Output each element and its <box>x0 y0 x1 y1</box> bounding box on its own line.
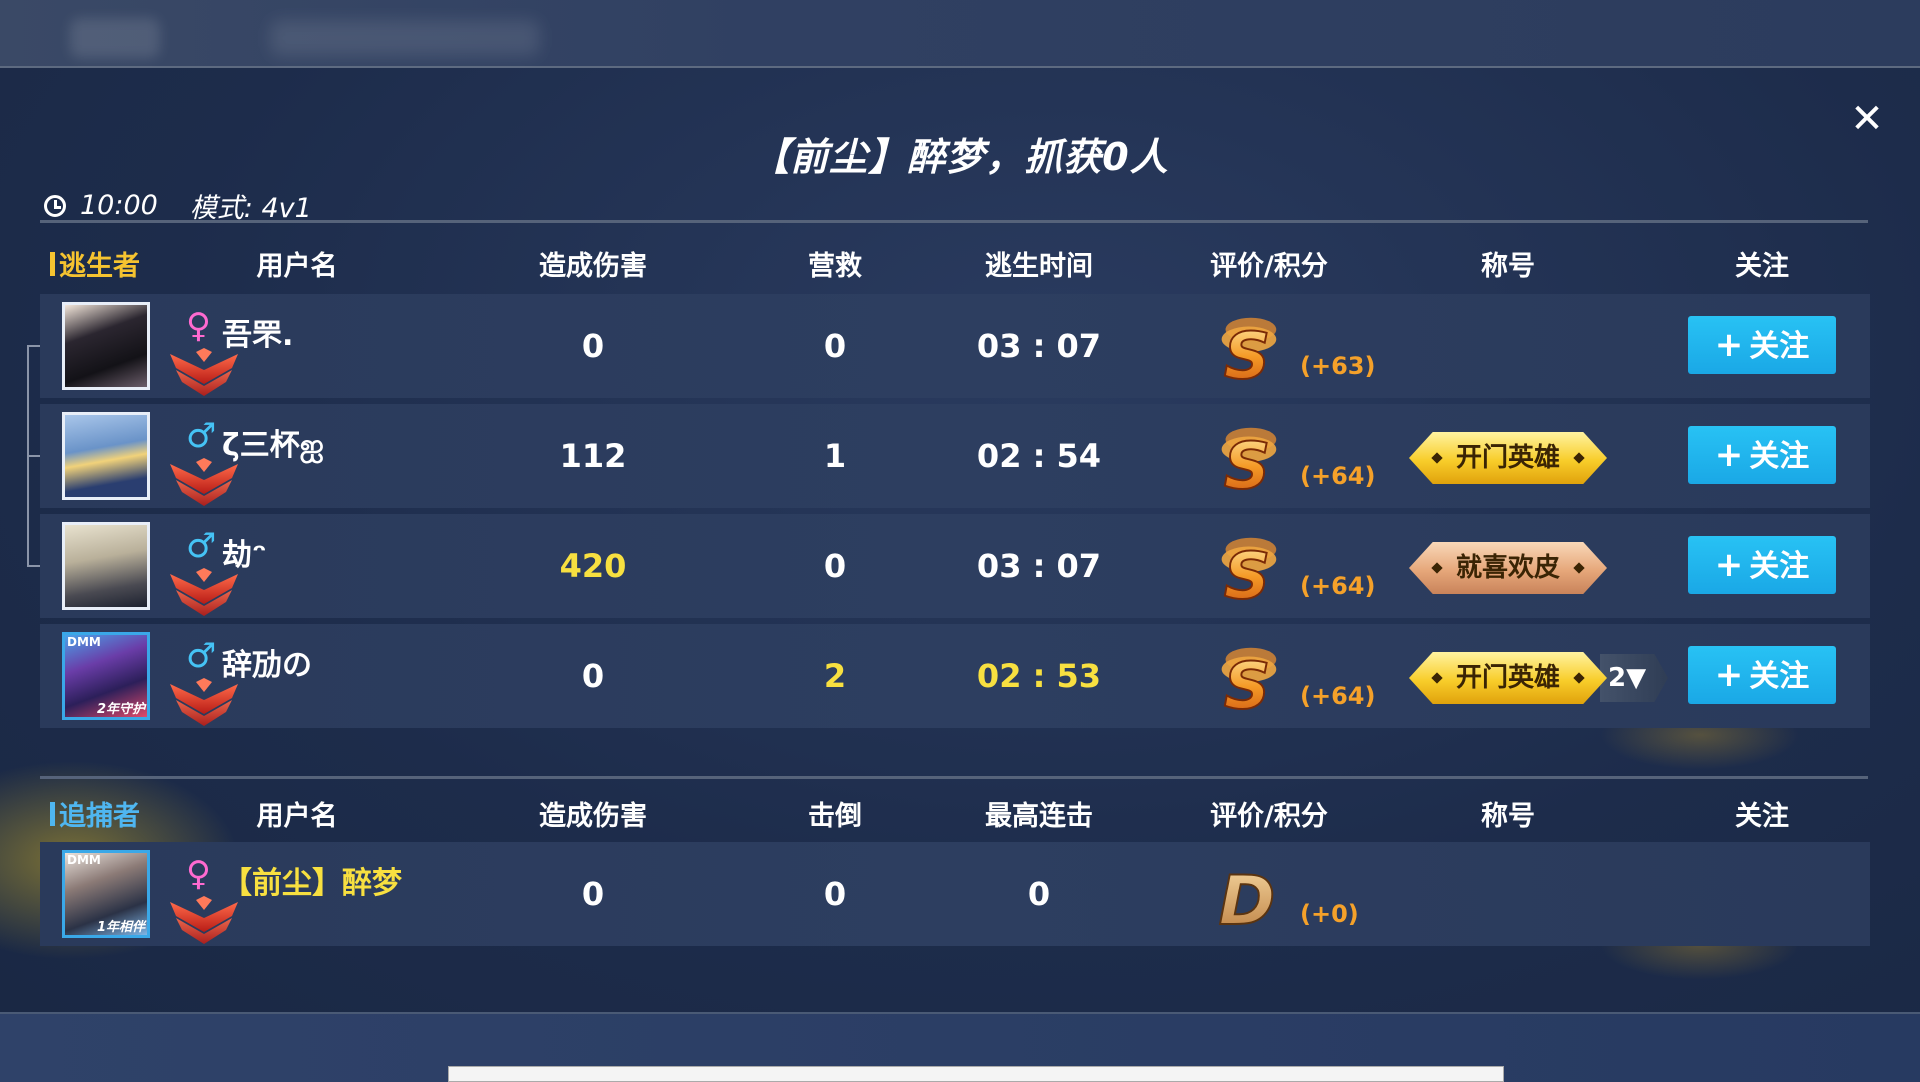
rank-chevron-icon <box>170 678 238 726</box>
dmm-badge: DMM <box>67 853 101 867</box>
points-value: (+63) <box>1300 352 1376 380</box>
blurred-top-element <box>270 20 540 56</box>
plus-icon: + <box>1714 435 1744 475</box>
points-value: (+64) <box>1300 572 1376 600</box>
title-badge[interactable]: 就喜欢皮 <box>1409 542 1607 594</box>
escape-time-value: 02 : 53 <box>976 657 1102 695</box>
header-damage: 造成伤害 <box>539 801 647 832</box>
header-follow: 关注 <box>1735 251 1789 282</box>
male-gender-icon: ♂ <box>186 526 217 566</box>
plus-icon: + <box>1714 545 1744 585</box>
rescue-value: 0 <box>823 547 847 585</box>
team-bracket <box>27 345 41 567</box>
title-badge[interactable]: 开门英雄 <box>1409 432 1607 484</box>
clock-icon <box>44 194 66 217</box>
damage-value: 0 <box>581 875 605 913</box>
title-count-dropdown[interactable]: 2▼ <box>1600 654 1668 702</box>
header-rating: 评价/积分 <box>1210 801 1328 832</box>
header-follow: 关注 <box>1735 801 1789 832</box>
header-rating: 评价/积分 <box>1210 251 1328 282</box>
points-value: (+64) <box>1300 682 1376 710</box>
female-gender-icon: ♀ <box>186 854 211 894</box>
female-gender-icon: ♀ <box>186 306 211 346</box>
header-knockdowns: 击倒 <box>808 801 862 832</box>
dmm-badge: DMM <box>67 635 101 649</box>
rescue-value: 2 <box>823 657 847 695</box>
survivor-row[interactable]: DMM 2年守护 ♂ 辞劢の 0 2 02 : 53 (+64) 2▼ 开门英雄… <box>40 624 1870 728</box>
rank-chevron-icon <box>170 348 238 396</box>
header-username: 用户名 <box>256 251 338 282</box>
rescue-value: 1 <box>823 437 847 475</box>
points-value: (+64) <box>1300 462 1376 490</box>
header-title: 称号 <box>1481 801 1535 832</box>
d-grade-emblem: D <box>1218 861 1277 934</box>
damage-value: 112 <box>559 437 627 475</box>
hunter-section-label: 追捕者 <box>50 794 140 833</box>
s-grade-emblem <box>1220 536 1278 606</box>
match-time: 10:00 <box>80 190 158 221</box>
rescue-value: 0 <box>823 327 847 365</box>
player-avatar[interactable] <box>62 302 150 390</box>
follow-button[interactable]: + 关注 <box>1688 426 1836 484</box>
match-title: 【前尘】醉梦，抓获0人 <box>751 135 1169 179</box>
player-avatar[interactable] <box>62 412 150 500</box>
s-grade-emblem <box>1220 646 1278 716</box>
title-badge[interactable]: 开门英雄 <box>1409 652 1607 704</box>
svg-text:D: D <box>1219 862 1276 934</box>
player-avatar[interactable]: DMM 1年相伴 <box>62 850 150 938</box>
avatar-year-badge: 1年相伴 <box>96 920 145 935</box>
divider <box>40 776 1868 779</box>
male-gender-icon: ♂ <box>186 636 217 676</box>
header-username: 用户名 <box>256 801 338 832</box>
divider <box>40 220 1868 223</box>
survivor-row[interactable]: ♂ ζ三杯ஐ 112 1 02 : 54 (+64) 开门英雄 + 关注 <box>40 404 1870 508</box>
top-bar <box>0 0 1920 68</box>
avatar-year-badge: 2年守护 <box>96 702 145 717</box>
escape-time-value: 03 : 07 <box>976 327 1102 365</box>
male-gender-icon: ♂ <box>186 416 217 456</box>
header-damage: 造成伤害 <box>539 251 647 282</box>
escape-time-value: 02 : 54 <box>976 437 1102 475</box>
escape-time-value: 03 : 07 <box>976 547 1102 585</box>
header-rescue: 营救 <box>808 251 862 282</box>
header-max-combo: 最高连击 <box>985 801 1093 832</box>
follow-button[interactable]: + 关注 <box>1688 646 1836 704</box>
survivor-row[interactable]: ♂ 劫ᵔ 420 0 03 : 07 (+64) 就喜欢皮 + 关注 <box>40 514 1870 618</box>
damage-value: 420 <box>559 547 627 585</box>
damage-value: 0 <box>581 657 605 695</box>
header-title: 称号 <box>1481 251 1535 282</box>
hunter-header: 追捕者 用户名 造成伤害 击倒 最高连击 评价/积分 称号 关注 <box>0 794 1920 838</box>
plus-icon: + <box>1714 325 1744 365</box>
blurred-top-element <box>70 18 160 58</box>
header-escape-time: 逃生时间 <box>985 251 1093 282</box>
damage-value: 0 <box>581 327 605 365</box>
survivor-row[interactable]: ♀ 吾罘. 0 0 03 : 07 (+63) + 关注 <box>40 294 1870 398</box>
max-combo-value: 0 <box>1027 875 1051 913</box>
player-avatar[interactable] <box>62 522 150 610</box>
player-avatar[interactable]: DMM 2年守护 <box>62 632 150 720</box>
survivor-section-label: 逃生者 <box>50 244 140 283</box>
rank-chevron-icon <box>170 568 238 616</box>
hunter-row[interactable]: DMM 1年相伴 ♀ 【前尘】醉梦 0 0 0 D (+0) <box>40 842 1870 946</box>
rank-chevron-icon <box>170 458 238 506</box>
s-grade-emblem <box>1220 426 1278 496</box>
rank-chevron-icon <box>170 896 238 944</box>
follow-button[interactable]: + 关注 <box>1688 536 1836 594</box>
points-value: (+0) <box>1300 900 1359 928</box>
player-name[interactable]: 【前尘】醉梦 <box>222 858 402 902</box>
survivor-header: 逃生者 用户名 造成伤害 营救 逃生时间 评价/积分 称号 关注 <box>0 244 1920 288</box>
follow-button[interactable]: + 关注 <box>1688 316 1836 374</box>
s-grade-emblem <box>1220 316 1278 386</box>
knockdowns-value: 0 <box>823 875 847 913</box>
plus-icon: + <box>1714 655 1744 695</box>
